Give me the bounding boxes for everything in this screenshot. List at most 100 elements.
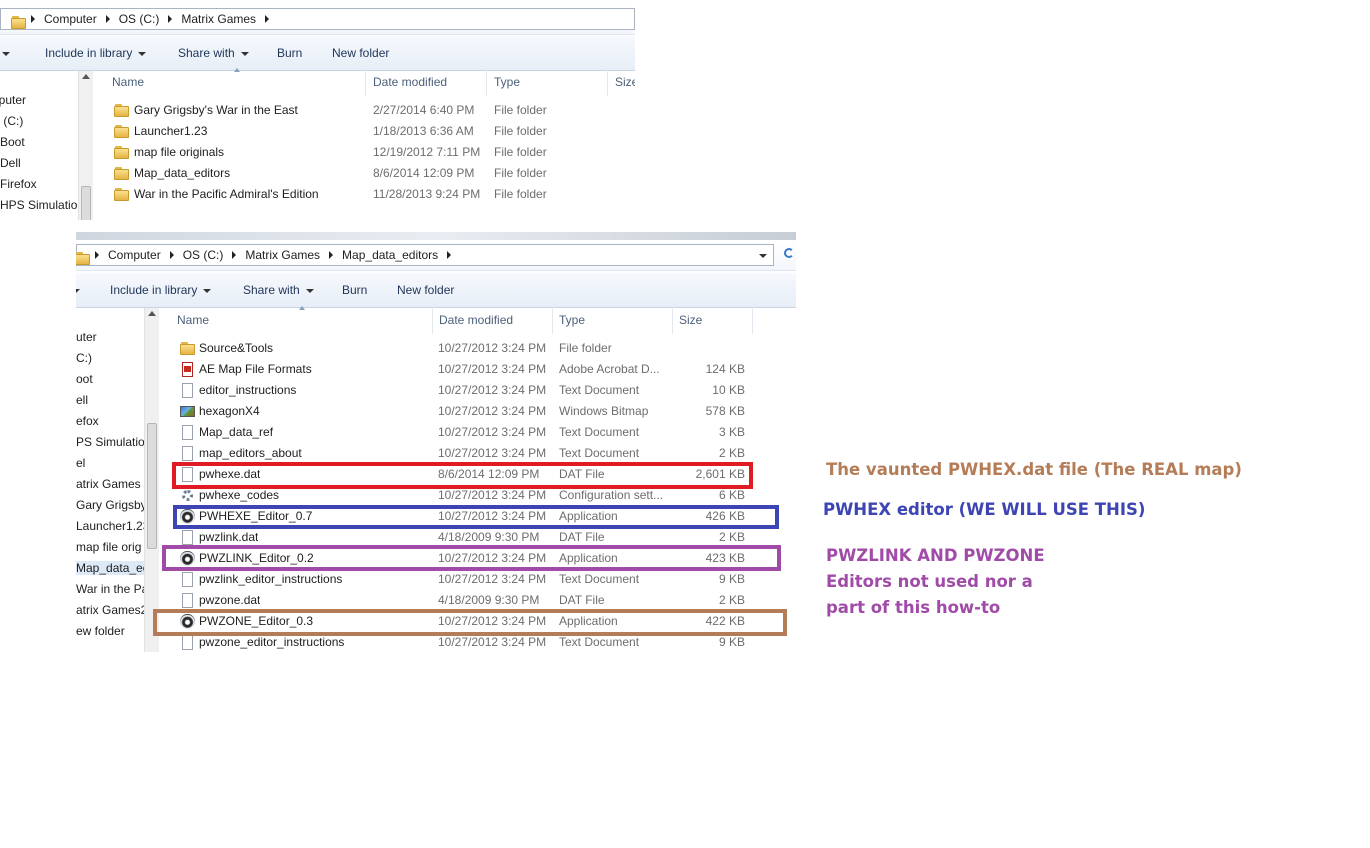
breadcrumb-drive[interactable]: OS (C:) <box>119 12 160 26</box>
nav-item[interactable]: ell <box>76 393 88 407</box>
nav-item[interactable]: atrix Games <box>76 477 141 491</box>
nav-item[interactable]: Boot <box>0 135 25 149</box>
table-row[interactable]: AE Map File Formats 10/27/2012 3:24 PM A… <box>178 359 758 380</box>
organize-dropdown[interactable] <box>76 273 80 307</box>
chevron-right-icon[interactable] <box>168 15 173 23</box>
address-field[interactable]: Computer OS (C:) Matrix Games <box>0 8 635 30</box>
breadcrumb-drive[interactable]: OS (C:) <box>183 248 224 262</box>
breadcrumb-map-data-editors[interactable]: Map_data_editors <box>342 248 438 262</box>
chevron-right-icon[interactable] <box>329 251 334 259</box>
scrollbar-thumb[interactable] <box>147 423 157 549</box>
table-row[interactable]: pwzone.dat 4/18/2009 9:30 PM DAT File 2 … <box>178 590 758 611</box>
breadcrumb-matrix-games[interactable]: Matrix Games <box>245 248 320 262</box>
table-row[interactable]: map_editors_about 10/27/2012 3:24 PM Tex… <box>178 443 758 464</box>
nav-item[interactable]: Firefox <box>0 177 37 191</box>
file-size: 2 KB <box>718 593 745 607</box>
table-row[interactable]: editor_instructions 10/27/2012 3:24 PM T… <box>178 380 758 401</box>
table-row[interactable]: pwzlink_editor_instructions 10/27/2012 3… <box>178 569 758 590</box>
address-field[interactable]: Computer OS (C:) Matrix Games Map_data_e… <box>76 244 774 266</box>
column-header-type[interactable]: Type <box>553 306 673 334</box>
table-row[interactable]: Gary Grigsby's War in the East 2/27/2014… <box>112 100 632 121</box>
annotation-pwhex-file: The vaunted PWHEX.dat file (The REAL map… <box>826 460 1242 479</box>
nav-item[interactable]: efox <box>76 414 99 428</box>
file-type: File folder <box>494 103 547 117</box>
column-header-size[interactable]: Size <box>609 68 635 96</box>
new-folder-button[interactable]: New folder <box>332 36 389 70</box>
new-folder-button[interactable]: New folder <box>397 273 454 307</box>
include-in-library-button[interactable]: Include in library <box>110 273 212 307</box>
file-type: Windows Bitmap <box>559 404 649 418</box>
nav-item[interactable]: atrix Games2 <box>76 603 146 617</box>
nav-item[interactable]: Dell <box>0 156 21 170</box>
document-icon <box>180 530 196 545</box>
burn-button[interactable]: Burn <box>277 36 302 70</box>
nav-item[interactable]: uter <box>76 330 97 344</box>
table-row[interactable]: Launcher1.23 1/18/2013 6:36 AM File fold… <box>112 121 632 142</box>
breadcrumb-computer[interactable]: Computer <box>108 248 161 262</box>
file-name: AE Map File Formats <box>199 362 312 376</box>
table-row[interactable]: Source&Tools 10/27/2012 3:24 PM File fol… <box>178 338 758 359</box>
nav-item[interactable]: C:) <box>76 351 92 365</box>
document-icon <box>180 446 196 461</box>
nav-item[interactable]: HPS Simulation <box>0 198 78 212</box>
refresh-icon[interactable] <box>784 248 794 258</box>
address-bar[interactable]: Computer OS (C:) Matrix Games Map_data_e… <box>76 240 796 271</box>
document-icon <box>180 383 196 398</box>
file-size: 124 KB <box>705 362 745 376</box>
burn-button[interactable]: Burn <box>342 273 367 307</box>
chevron-right-icon[interactable] <box>447 251 452 259</box>
column-header-date-modified[interactable]: Date modified <box>367 68 487 96</box>
column-header-type[interactable]: Type <box>488 68 608 96</box>
scroll-up-icon[interactable] <box>82 74 90 79</box>
command-bar: Include in library Share with Burn New f… <box>76 273 796 308</box>
column-header-date-modified[interactable]: Date modified <box>433 306 553 334</box>
table-row[interactable]: Map_data_ref 10/27/2012 3:24 PM Text Doc… <box>178 422 758 443</box>
table-row[interactable]: War in the Pacific Admiral's Edition 11/… <box>112 184 632 205</box>
chevron-right-icon[interactable] <box>265 15 270 23</box>
table-row[interactable]: Map_data_editors 8/6/2014 12:09 PM File … <box>112 163 632 184</box>
share-with-button[interactable]: Share with <box>243 273 314 307</box>
folder-icon <box>114 187 130 202</box>
column-header-name[interactable]: Name <box>171 306 433 334</box>
chevron-right-icon[interactable] <box>169 251 174 259</box>
file-name: pwzone.dat <box>199 593 261 607</box>
breadcrumb-computer[interactable]: Computer <box>44 12 97 26</box>
nav-item[interactable]: PS Simulation <box>76 435 146 449</box>
nav-item[interactable]: ew folder <box>76 624 125 638</box>
pdf-icon <box>180 362 196 377</box>
navigation-scrollbar[interactable] <box>78 71 93 220</box>
file-size: 9 KB <box>718 572 745 586</box>
column-header-name[interactable]: Name <box>106 68 366 96</box>
file-name: Launcher1.23 <box>134 124 208 138</box>
breadcrumb: Computer OS (C:) Matrix Games Map_data_e… <box>95 245 460 265</box>
include-in-library-button[interactable]: Include in library <box>45 36 147 70</box>
nav-item[interactable]: el <box>76 456 85 470</box>
chevron-down-icon <box>138 51 147 56</box>
file-date: 10/27/2012 3:24 PM <box>438 425 547 439</box>
breadcrumb-matrix-games[interactable]: Matrix Games <box>181 12 256 26</box>
folder-icon <box>114 145 130 160</box>
nav-item[interactable]: oot <box>76 372 93 386</box>
column-header-size[interactable]: Size <box>673 306 753 334</box>
chevron-right-icon[interactable] <box>105 15 110 23</box>
table-row[interactable]: map file originals 12/19/2012 7:11 PM Fi… <box>112 142 632 163</box>
address-bar[interactable]: Computer OS (C:) Matrix Games <box>0 4 635 35</box>
file-date: 10/27/2012 3:24 PM <box>438 446 547 460</box>
nav-item[interactable]: S (C:) <box>0 114 23 128</box>
scrollbar-thumb[interactable] <box>81 186 91 220</box>
nav-item[interactable]: War in the Pa <box>76 582 146 596</box>
table-row[interactable]: hexagonX4 10/27/2012 3:24 PM Windows Bit… <box>178 401 758 422</box>
nav-item[interactable]: Launcher1.23 <box>76 519 146 533</box>
scroll-up-icon[interactable] <box>148 311 156 316</box>
navigation-scrollbar[interactable] <box>144 308 159 652</box>
share-with-label: Share with <box>243 283 300 297</box>
nav-item[interactable]: nputer <box>0 93 26 107</box>
chevron-right-icon[interactable] <box>232 251 237 259</box>
nav-item-selected[interactable]: Map_data_ec <box>76 561 146 575</box>
nav-item[interactable]: Gary Grigsby <box>76 498 146 512</box>
organize-dropdown[interactable] <box>2 36 10 70</box>
nav-item[interactable]: map file orig <box>76 540 141 554</box>
share-with-button[interactable]: Share with <box>178 36 249 70</box>
include-in-library-label: Include in library <box>45 46 133 60</box>
address-history-dropdown-icon[interactable] <box>759 254 767 258</box>
